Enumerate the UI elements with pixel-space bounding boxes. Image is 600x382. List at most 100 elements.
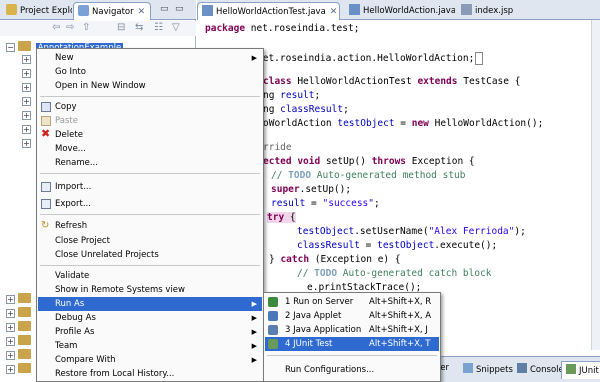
tab-helloworldaction[interactable]: HelloWorldAction.java [345,2,455,20]
tree-row-project[interactable]: + [6,349,31,363]
editor-scrollbar[interactable] [591,20,600,350]
code-line: net.roseindia.action.HelloWorldAction; [257,52,484,65]
expand-icon[interactable]: + [22,111,31,120]
up-icon[interactable]: ⇧ [82,22,90,33]
link-editor-icon[interactable]: ⇆ [135,22,143,33]
project-folder-icon [18,349,31,359]
tab-snippets[interactable]: Snippets [459,361,517,379]
menu-item-close-project[interactable]: Close Project [38,234,262,248]
submenu-item-run-on-server[interactable]: 1 Run on Server Alt+Shift+X, R [265,295,439,309]
expand-icon[interactable]: + [22,83,31,92]
menu-item-profile-as[interactable]: Profile As ▶ [38,325,262,339]
menu-item-refresh[interactable]: ↻ Refresh [38,219,262,233]
tree-row[interactable]: + [22,125,31,139]
expand-icon[interactable]: + [22,97,31,106]
tree-row-project[interactable]: + [6,335,31,349]
tab-console[interactable]: Console [513,361,568,379]
menu-item-copy[interactable]: Copy [38,100,262,114]
submenu-item-run-configurations[interactable]: Run Configurations... [265,363,439,377]
code-line: try { [267,212,296,223]
tab-navigator[interactable]: Navigator ✕ [73,2,151,20]
menu-item-paste[interactable]: Paste [38,114,262,128]
view-menu-dropdown-icon[interactable]: ▽ [172,22,180,33]
collapse-all-icon[interactable]: ⊟ [117,22,125,33]
submenu-item-java-applet[interactable]: 2 Java Applet Alt+Shift+X, A [265,309,439,323]
tab-project-explorer[interactable]: Project Explo [2,2,72,20]
java-application-icon [268,325,278,335]
submenu-arrow-icon: ▶ [251,342,257,350]
expand-icon[interactable]: + [22,139,31,148]
refresh-icon: ↻ [41,220,50,231]
menu-item-restore-local-history[interactable]: Restore from Local History... [38,367,262,381]
server-run-icon [268,297,278,307]
collapse-toggle-icon[interactable]: − [6,43,15,52]
menu-item-show-remote-systems[interactable]: Show in Remote Systems view [38,283,262,297]
delete-icon: ✖ [41,127,51,140]
export-icon [41,199,51,209]
expand-icon[interactable]: + [22,125,31,134]
menu-item-go-into[interactable]: Go Into [38,65,262,79]
menu-item-debug-as[interactable]: Debug As ▶ [38,311,262,325]
tree-row[interactable]: + [22,55,31,69]
menu-item-close-unrelated[interactable]: Close Unrelated Projects [38,248,262,262]
menu-separator [40,173,260,174]
view-menu-icon[interactable]: ▭ [160,4,169,14]
tree-row-project[interactable]: + [6,363,31,377]
context-menu: New ▶ Go Into Open in New Window Copy Pas… [36,48,264,382]
junit-icon [566,364,576,374]
menu-item-delete[interactable]: ✖ Delete [38,128,262,142]
jsp-file-icon [461,4,472,15]
menu-item-run-as[interactable]: Run As ▶ [38,297,262,311]
expand-icon[interactable]: + [6,295,15,304]
tree-row[interactable]: + [22,139,31,153]
submenu-item-java-application[interactable]: 3 Java Application Alt+Shift+X, J [265,323,439,337]
menu-item-import[interactable]: Import... [38,180,262,194]
code-line: classResult = testObject.execute(); [297,240,498,251]
tree-row[interactable]: + [22,97,31,111]
forward-icon[interactable]: ⇨ [66,22,74,33]
tab-helloworldactiontest[interactable]: HelloWorldActionTest.java ✕ [197,2,340,20]
run-as-submenu: 1 Run on Server Alt+Shift+X, R 2 Java App… [263,292,441,382]
code-line: ected void setUp() throws Exception { [263,156,475,167]
project-folder-icon [18,307,31,317]
junit-icon [268,339,278,349]
submenu-item-junit-test[interactable]: 4 JUnit Test Alt+Shift+X, T [265,337,439,351]
menu-separator [40,265,260,266]
menu-item-rename[interactable]: Rename... [38,156,262,170]
menu-item-move[interactable]: Move... [38,142,262,156]
menu-item-compare-with[interactable]: Compare With ▶ [38,353,262,367]
tree-row[interactable]: + [22,83,31,97]
close-icon[interactable]: ✕ [138,7,146,17]
expand-icon[interactable]: + [22,55,31,64]
menu-item-open-new-window[interactable]: Open in New Window [38,79,262,93]
tab-junit[interactable]: JUnit [561,361,600,379]
expand-icon[interactable]: + [6,351,15,360]
expand-icon[interactable]: + [6,337,15,346]
expand-icon[interactable]: + [6,365,15,374]
copy-icon [41,102,51,112]
menu-item-validate[interactable]: Validate [38,269,262,283]
menu-item-new[interactable]: New ▶ [38,51,262,65]
tree-row-project[interactable]: + [6,307,31,321]
menu-item-export[interactable]: Export... [38,197,262,211]
menu-item-team[interactable]: Team ▶ [38,339,262,353]
tree-row[interactable]: + [22,111,31,125]
code-line: rride [263,142,292,153]
expand-icon[interactable]: + [6,323,15,332]
tree-row-project[interactable]: + [6,293,31,307]
project-folder-icon [18,41,31,51]
java-file-icon [349,4,360,15]
filter-icon[interactable]: ☷ [154,22,163,33]
project-folder-icon [18,335,31,345]
expand-icon[interactable]: + [22,69,31,78]
minimize-icon[interactable]: ▭ [175,4,184,14]
code-line: ng result; [263,90,321,101]
tree-row[interactable]: + [22,69,31,83]
navigator-icon [78,5,89,16]
back-icon[interactable]: ⇦ [52,22,60,33]
project-explorer-icon [6,4,17,15]
tree-row-project[interactable]: + [6,321,31,335]
close-icon[interactable]: ✕ [330,7,338,17]
expand-icon[interactable]: + [6,309,15,318]
tab-index-jsp[interactable]: index.jsp [457,2,525,20]
